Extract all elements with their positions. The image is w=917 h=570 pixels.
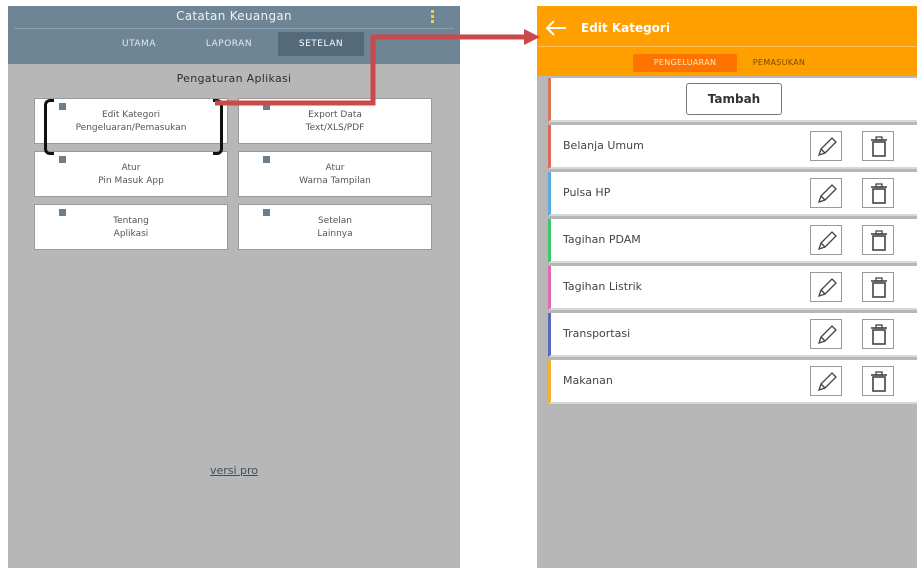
connector-arrow [215, 29, 540, 106]
